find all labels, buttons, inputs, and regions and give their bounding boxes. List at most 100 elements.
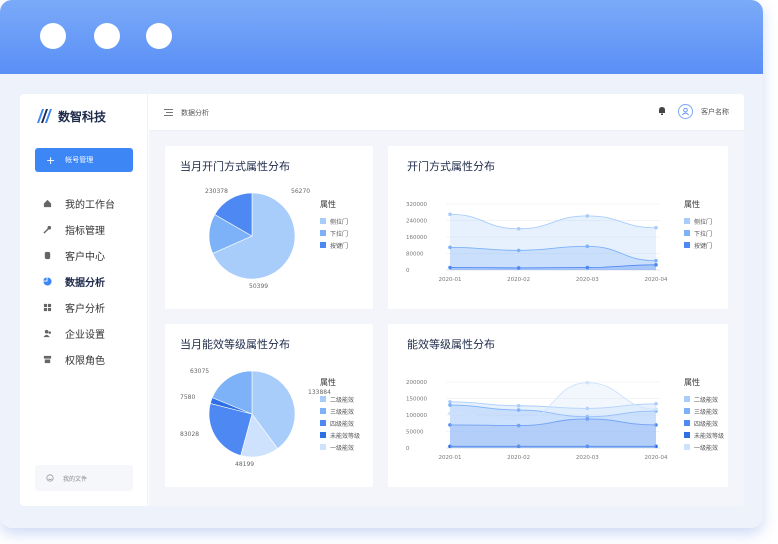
sidebar-item-label: 我的工作台 [65,199,115,211]
data-point [654,407,658,411]
bell-icon[interactable] [658,106,666,117]
data-point [585,380,590,385]
key-icon [42,224,52,234]
sidebar-item-label: 企业设置 [65,329,105,341]
sidebar-item-workbench[interactable]: 我的工作台 [42,190,115,216]
sidebar-item-label: 客户分析 [65,303,105,315]
y-tick-label: 0 [406,268,410,274]
plus-icon: + [46,153,56,167]
data-point [448,245,452,250]
legend-item[interactable]: 一级能效 [684,441,724,453]
sidebar-item-roles[interactable]: 权限角色 [42,346,115,372]
data-point [516,408,521,412]
legend-item[interactable]: 侧拉门 [684,215,712,227]
legend-swatch [320,420,326,426]
legend-label: 按键门 [694,242,713,250]
chart-legend: 属性 二级能效 三级能效 四级能效 未能效等级 一级能效 [320,377,360,453]
x-tick-label: 2020-01 [439,277,462,283]
legend-swatch [320,230,326,236]
legend-item[interactable]: 一级能效 [320,441,360,453]
legend-label: 二级能效 [694,396,719,404]
y-tick-label: 150000 [406,397,427,403]
data-point [448,265,452,270]
legend-item[interactable]: 下拉门 [320,227,348,239]
store-icon [42,354,52,364]
legend-item[interactable]: 按键门 [320,239,348,251]
my-files-button[interactable]: 我的文件 [35,465,133,491]
sidebar-item-label: 权限角色 [65,355,105,367]
pie-label: 63075 [190,368,210,375]
legend-swatch [684,242,690,248]
breadcrumb: 数据分析 [164,108,209,118]
area-card-door-type: 开门方式属性分布 320000 240000 160000 80000 0 2020-01… [388,146,728,309]
legend-item[interactable]: 四级能效 [684,417,724,429]
sidebar-item-metrics[interactable]: 指标管理 [42,216,115,242]
legend-title: 属性 [320,200,336,209]
sidebar: 数智科技 + 帐号管理 我的工作台 指标管理 客户中心 数据分析 客户分析 企业… [20,94,148,506]
y-tick-label: 200000 [406,380,427,386]
data-point [585,214,590,218]
breadcrumb-label: 数据分析 [181,109,209,117]
x-tick-label: 2020-03 [576,277,599,283]
sidebar-item-customer-analysis[interactable]: 客户分析 [42,294,115,320]
legend-item[interactable]: 侧拉门 [320,215,348,227]
legend-item[interactable]: 三级能效 [684,405,724,417]
app-window: 数智科技 + 帐号管理 我的工作台 指标管理 客户中心 数据分析 客户分析 企业… [20,94,744,506]
area-card-energy-level: 能效等级属性分布 200000 150000 100000 50000 0 2020-01… [388,324,728,487]
account-management-button[interactable]: + 帐号管理 [35,148,133,172]
username[interactable]: 客户名称 [701,107,729,117]
y-tick-label: 240000 [406,219,427,225]
legend-item[interactable]: 二级能效 [320,393,360,405]
x-tick-label: 2020-04 [645,455,668,461]
legend-swatch [684,396,690,402]
sidebar-item-customers[interactable]: 客户中心 [42,242,115,268]
legend-label: 三级能效 [330,408,355,416]
window-dot-3[interactable] [146,23,172,49]
data-point [516,226,521,231]
legend-swatch [320,218,326,224]
data-point [448,212,452,217]
data-point [654,263,658,267]
avatar[interactable] [678,104,693,119]
y-tick-label: 320000 [406,202,427,208]
legend-swatch [320,432,326,438]
chart-legend: 属性 侧拉门 下拉门 按键门 [320,199,348,251]
legend-swatch [320,396,326,402]
legend-label: 一级能效 [330,444,355,452]
legend-swatch [320,408,326,414]
legend-swatch [684,230,690,236]
legend-label: 侧拉门 [694,218,713,226]
data-point [516,419,521,424]
legend-swatch [684,444,690,450]
data-point [654,401,658,406]
legend-label: 三级能效 [694,408,719,416]
legend-swatch [684,408,690,414]
legend-item[interactable]: 二级能效 [684,393,724,405]
legend-item[interactable]: 三级能效 [320,405,360,417]
window-dot-2[interactable] [94,23,120,49]
window-dot-1[interactable] [40,23,66,49]
pie-icon [42,276,52,286]
pie-label: 230378 [205,188,228,195]
x-tick-label: 2020-02 [507,455,530,461]
account-management-label: 帐号管理 [65,156,94,164]
data-point [585,244,590,249]
data-point [654,225,658,230]
pie-card-energy-level: 当月能效等级属性分布 133884 48199 83028 7580 63075… [165,324,373,487]
menu-icon[interactable] [164,108,173,118]
topbar: 数据分析 客户名称 [149,94,744,131]
y-tick-label: 0 [406,446,410,452]
legend-item[interactable]: 按键门 [684,239,712,251]
brand-logo[interactable]: 数智科技 [36,104,106,128]
brand-name: 数智科技 [58,109,107,124]
sidebar-item-enterprise-settings[interactable]: 企业设置 [42,320,115,346]
legend-item[interactable]: 四级能效 [320,417,360,429]
y-tick-label: 160000 [406,235,427,241]
legend-item[interactable]: 未能效等级 [684,429,724,441]
legend-swatch [684,420,690,426]
pie-label: 83028 [180,431,200,438]
sidebar-item-data-analysis[interactable]: 数据分析 [42,268,115,294]
legend-item[interactable]: 下拉门 [684,227,712,239]
legend-item[interactable]: 未能效等级 [320,429,360,441]
y-tick-label: 80000 [406,252,424,258]
